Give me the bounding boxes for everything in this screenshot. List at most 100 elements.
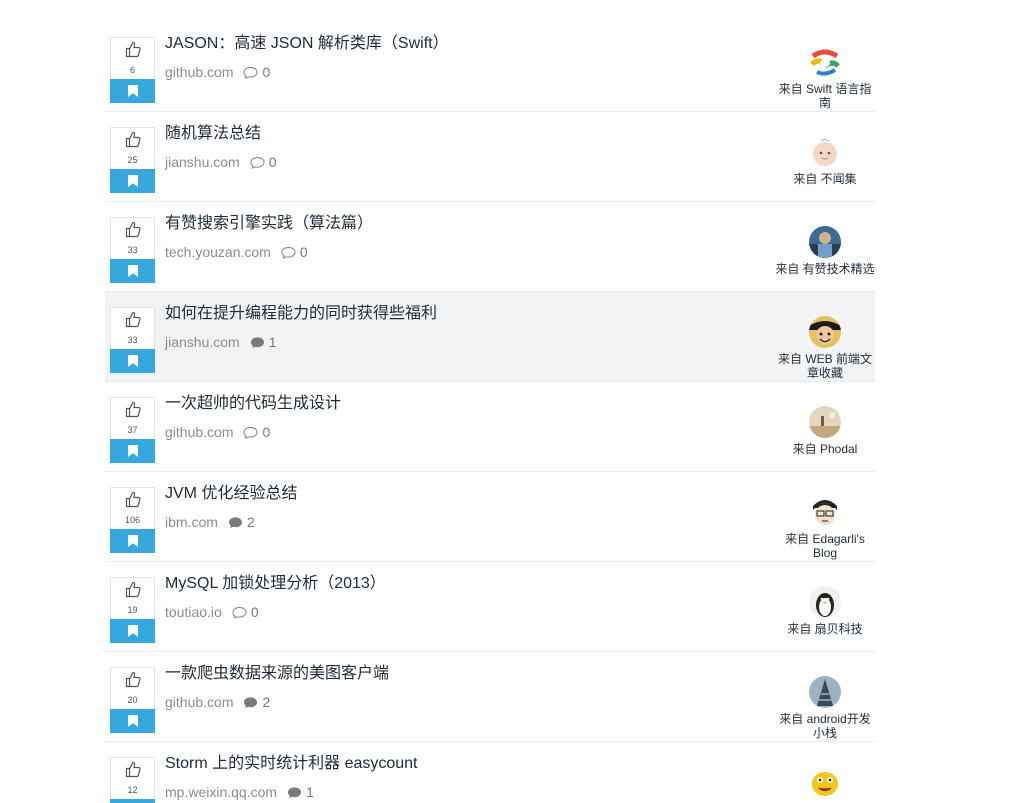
item-title[interactable]: JVM 优化经验总结 [165,484,755,504]
item-source: 来自 Swift 语言指南 [775,46,875,110]
source-from-label: 来自 [779,712,804,726]
comments-link[interactable]: 2 [243,694,270,710]
thumbs-up-icon[interactable] [125,491,141,508]
comment-icon [243,66,259,79]
bookmark-button[interactable] [110,169,155,193]
source-from-label: 来自 [777,352,802,366]
item-title[interactable]: 如何在提升编程能力的同时获得些福利 [165,304,755,324]
vote-box: 19 [110,577,155,643]
comments-link[interactable]: 0 [281,244,308,260]
list-item: 33 如何在提升编程能力的同时获得些福利 jianshu.com 1 来自 WE [105,292,875,382]
list-item: 106 JVM 优化经验总结 ibm.com 2 来自 Edagarli's B [105,472,875,562]
list-item: 12 Storm 上的实时统计利器 easycount mp.weixin.qq… [105,742,875,803]
vote-count: 20 [127,695,138,705]
avatar-baby[interactable] [809,136,841,168]
avatar-penguin[interactable] [809,586,841,618]
comments-link[interactable]: 2 [228,514,255,530]
item-title[interactable]: JASON：高速 JSON 解析类库（Swift） [165,34,755,54]
item-domain[interactable]: tech.youzan.com [165,244,271,260]
avatar-mm[interactable] [809,766,841,798]
comment-count: 0 [262,424,271,440]
bookmark-button[interactable] [110,799,155,803]
item-domain[interactable]: github.com [165,64,233,80]
item-domain[interactable]: github.com [165,424,233,440]
avatar-landscape[interactable] [809,406,841,438]
vote-box: 37 [110,397,155,463]
source-name[interactable]: 扇贝科技 [815,622,863,636]
item-domain[interactable]: toutiao.io [165,604,222,620]
source-from-label: 来自 [785,532,810,546]
comment-icon [228,516,242,528]
bookmark-button[interactable] [110,709,155,733]
avatar-luffy[interactable] [809,316,841,348]
vote-count: 106 [124,515,141,525]
item-domain[interactable]: jianshu.com [165,334,240,350]
item-meta: github.com 2 [165,693,755,711]
source-from-label: 来自 [787,622,812,636]
bookmark-button[interactable] [110,349,155,373]
list-item: 37 一次超帅的代码生成设计 github.com 0 来自 Phodal [105,382,875,472]
item-source: 来自 android开发小栈 [775,676,875,740]
list-item: 6 JASON：高速 JSON 解析类库（Swift） github.com 0… [105,22,875,112]
item-meta: ibm.com 2 [165,513,755,531]
source-name[interactable]: 不闻集 [821,172,857,186]
bookmark-button[interactable] [110,439,155,463]
source-name[interactable]: android开发小栈 [807,712,871,740]
thumbs-up-icon[interactable] [125,41,141,58]
bookmark-button[interactable] [110,529,155,553]
vote-count: 33 [127,335,138,345]
bookmark-button[interactable] [110,79,155,103]
item-source: 来自 不闻集 [775,136,875,186]
bookmark-icon [127,355,138,367]
source-name[interactable]: Phodal [820,442,857,456]
avatar-cartoon[interactable] [809,496,841,528]
item-title[interactable]: 有赞搜索引擎实践（算法篇） [165,214,755,234]
source-text: 来自 android开发小栈 [775,712,875,740]
thumbs-up-icon[interactable] [125,581,141,598]
vote-box: 20 [110,667,155,733]
item-title[interactable]: 一款爬虫数据来源的美图客户端 [165,664,755,684]
item-content: 如何在提升编程能力的同时获得些福利 jianshu.com 1 [165,304,755,351]
comments-link[interactable]: 0 [250,154,277,170]
comments-link[interactable]: 0 [243,64,270,80]
source-name[interactable]: Swift 语言指南 [806,82,871,110]
vote-count: 33 [127,245,138,255]
source-name[interactable]: 有赞技术精选 [803,262,875,276]
bookmark-icon [127,175,138,187]
thumbs-up-icon[interactable] [125,221,141,238]
item-meta: github.com 0 [165,423,755,441]
bookmark-button[interactable] [110,619,155,643]
item-source: 来自 [775,766,875,802]
item-domain[interactable]: mp.weixin.qq.com [165,784,277,800]
comments-link[interactable]: 1 [287,784,314,800]
thumbs-up-icon[interactable] [125,131,141,148]
item-domain[interactable]: jianshu.com [165,154,240,170]
bookmark-button[interactable] [110,259,155,283]
item-domain[interactable]: github.com [165,694,233,710]
item-content: JVM 优化经验总结 ibm.com 2 [165,484,755,531]
list-item: 19 MySQL 加锁处理分析（2013） toutiao.io 0 来自 扇贝 [105,562,875,652]
comments-link[interactable]: 0 [232,604,259,620]
avatar-swift[interactable] [809,46,841,78]
avatar-photo[interactable] [809,226,841,258]
item-title[interactable]: MySQL 加锁处理分析（2013） [165,574,755,594]
comments-link[interactable]: 1 [250,334,277,350]
thumbs-up-icon[interactable] [125,671,141,688]
source-name[interactable]: Edagarli's Blog [813,532,865,560]
comment-count: 0 [299,244,308,260]
thumbs-up-icon[interactable] [125,761,141,778]
thumbs-up-icon[interactable] [125,401,141,418]
item-title[interactable]: Storm 上的实时统计利器 easycount [165,754,755,774]
item-title[interactable]: 一次超帅的代码生成设计 [165,394,755,414]
item-domain[interactable]: ibm.com [165,514,218,530]
vote-box: 6 [110,37,155,103]
list-item: 25 随机算法总结 jianshu.com 0 来自 不闻集 [105,112,875,202]
item-meta: jianshu.com 1 [165,333,755,351]
source-text: 来自 不闻集 [775,172,875,186]
source-name[interactable]: WEB 前端文章收藏 [805,352,872,380]
avatar-tower[interactable] [809,676,841,708]
thumbs-up-icon[interactable] [125,311,141,328]
comments-link[interactable]: 0 [243,424,270,440]
source-text: 来自 WEB 前端文章收藏 [775,352,875,380]
item-title[interactable]: 随机算法总结 [165,124,755,144]
